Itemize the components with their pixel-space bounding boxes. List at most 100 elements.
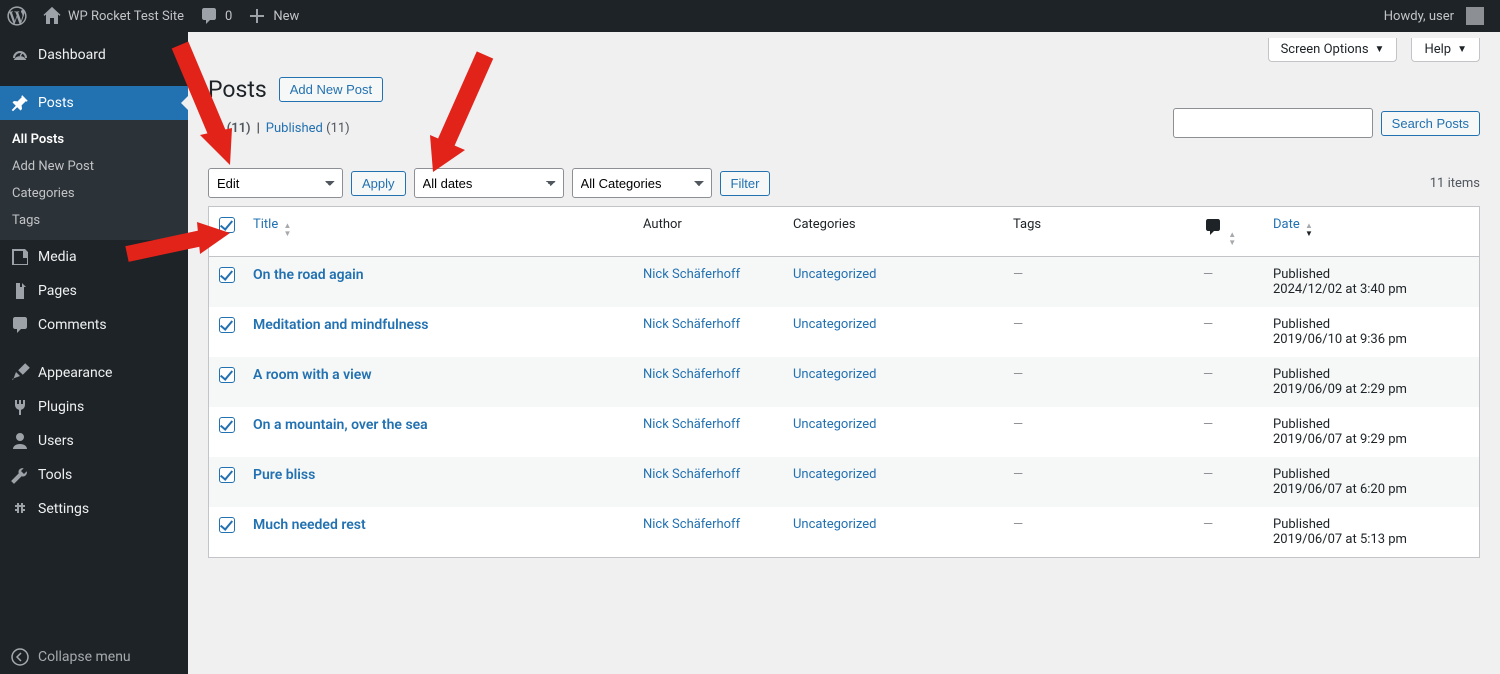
submenu-add-new[interactable]: Add New Post [0, 153, 188, 180]
author-link[interactable]: Nick Schäferhoff [643, 367, 740, 382]
date-value: 2024/12/02 at 3:40 pm [1273, 282, 1407, 297]
col-comments[interactable] [1193, 207, 1263, 257]
posts-table: Title Author Categories Tags Date On the… [208, 206, 1480, 558]
content-area: Screen Options ▼ Help ▼ Posts Add New Po… [188, 32, 1500, 674]
author-link[interactable]: Nick Schäferhoff [643, 317, 740, 332]
pin-icon [10, 93, 30, 113]
filter-button[interactable]: Filter [720, 171, 771, 196]
admin-sidebar: Dashboard Posts All Posts Add New Post C… [0, 32, 188, 674]
items-count: 11 items [1430, 176, 1480, 191]
pages-icon [10, 281, 30, 301]
sort-icon [1305, 221, 1313, 237]
help-tab[interactable]: Help ▼ [1411, 38, 1480, 62]
category-link[interactable]: Uncategorized [793, 417, 876, 432]
submenu-categories[interactable]: Categories [0, 180, 188, 207]
status-all[interactable]: All (11) [208, 121, 251, 136]
table-row: On a mountain, over the sea Nick Schäferh… [209, 407, 1479, 457]
screen-options-tab[interactable]: Screen Options ▼ [1268, 38, 1398, 62]
menu-users[interactable]: Users [0, 424, 188, 458]
row-checkbox[interactable] [219, 317, 235, 333]
date-value: 2019/06/09 at 2:29 pm [1273, 382, 1407, 397]
menu-settings[interactable]: Settings [0, 492, 188, 526]
tags-value: — [1013, 317, 1023, 332]
category-link[interactable]: Uncategorized [793, 267, 876, 282]
submenu-all-posts[interactable]: All Posts [0, 126, 188, 153]
category-link[interactable]: Uncategorized [793, 467, 876, 482]
author-link[interactable]: Nick Schäferhoff [643, 417, 740, 432]
menu-appearance-label: Appearance [38, 365, 112, 381]
submenu-tags[interactable]: Tags [0, 207, 188, 234]
menu-media[interactable]: Media [0, 240, 188, 274]
menu-dashboard[interactable]: Dashboard [0, 38, 188, 72]
status-published-count: (11) [326, 121, 350, 136]
plus-icon [247, 6, 267, 26]
home-icon [42, 6, 62, 26]
status-published[interactable]: Published (11) [266, 121, 350, 136]
bulk-action-select[interactable]: Edit [208, 168, 343, 198]
date-filter-select[interactable]: All dates [414, 168, 564, 198]
menu-comments[interactable]: Comments [0, 308, 188, 342]
status-all-count: (11) [227, 121, 251, 136]
author-link[interactable]: Nick Schäferhoff [643, 517, 740, 532]
table-row: A room with a view Nick Schäferhoff Uncate… [209, 357, 1479, 407]
tags-value: — [1013, 417, 1023, 432]
post-title-link[interactable]: On the road again [253, 267, 364, 283]
category-filter-select[interactable]: All Categories [572, 168, 712, 198]
appearance-icon [10, 363, 30, 383]
menu-plugins[interactable]: Plugins [0, 390, 188, 424]
caret-down-icon: ▼ [1375, 44, 1385, 55]
search-input[interactable] [1173, 108, 1373, 138]
comment-icon [199, 6, 219, 26]
row-checkbox[interactable] [219, 417, 235, 433]
date-status: Published [1273, 317, 1330, 332]
site-home-link[interactable]: WP Rocket Test Site [35, 0, 192, 32]
col-date[interactable]: Date [1263, 207, 1479, 257]
author-link[interactable]: Nick Schäferhoff [643, 467, 740, 482]
post-title-link[interactable]: A room with a view [253, 367, 372, 383]
comments-value: — [1203, 417, 1213, 432]
category-link[interactable]: Uncategorized [793, 517, 876, 532]
comments-link[interactable]: 0 [192, 0, 240, 32]
post-title-link[interactable]: Much needed rest [253, 517, 366, 533]
post-title-link[interactable]: Meditation and mindfulness [253, 317, 428, 333]
wordpress-icon [7, 6, 27, 26]
menu-comments-label: Comments [38, 317, 107, 333]
comments-value: — [1203, 467, 1213, 482]
menu-appearance[interactable]: Appearance [0, 356, 188, 390]
media-icon [10, 247, 30, 267]
col-categories[interactable]: Categories [783, 207, 1003, 257]
col-title[interactable]: Title [243, 207, 633, 257]
row-checkbox[interactable] [219, 367, 235, 383]
col-tags[interactable]: Tags [1003, 207, 1193, 257]
status-all-label: All [208, 121, 223, 136]
row-checkbox[interactable] [219, 267, 235, 283]
menu-tools-label: Tools [38, 467, 72, 483]
menu-pages[interactable]: Pages [0, 274, 188, 308]
select-all-checkbox[interactable] [219, 217, 235, 233]
menu-posts-label: Posts [38, 95, 74, 111]
category-link[interactable]: Uncategorized [793, 367, 876, 382]
apply-button[interactable]: Apply [351, 171, 406, 196]
plugins-icon [10, 397, 30, 417]
account-menu[interactable]: Howdy, user [1377, 0, 1492, 32]
status-published-label: Published [266, 121, 323, 136]
row-checkbox[interactable] [219, 467, 235, 483]
col-author[interactable]: Author [633, 207, 783, 257]
collapse-label: Collapse menu [38, 649, 131, 665]
author-link[interactable]: Nick Schäferhoff [643, 267, 740, 282]
search-posts-button[interactable]: Search Posts [1381, 111, 1480, 136]
collapse-menu[interactable]: Collapse menu [0, 640, 188, 674]
add-new-post-button[interactable]: Add New Post [279, 77, 383, 102]
category-link[interactable]: Uncategorized [793, 317, 876, 332]
new-content[interactable]: New [240, 0, 307, 32]
date-status: Published [1273, 417, 1330, 432]
post-title-link[interactable]: Pure bliss [253, 467, 315, 483]
row-checkbox[interactable] [219, 517, 235, 533]
date-status: Published [1273, 517, 1330, 532]
menu-tools[interactable]: Tools [0, 458, 188, 492]
help-label: Help [1424, 42, 1451, 57]
post-title-link[interactable]: On a mountain, over the sea [253, 417, 428, 433]
date-status: Published [1273, 267, 1330, 282]
wp-logo[interactable] [0, 0, 35, 32]
menu-posts[interactable]: Posts [0, 86, 188, 120]
